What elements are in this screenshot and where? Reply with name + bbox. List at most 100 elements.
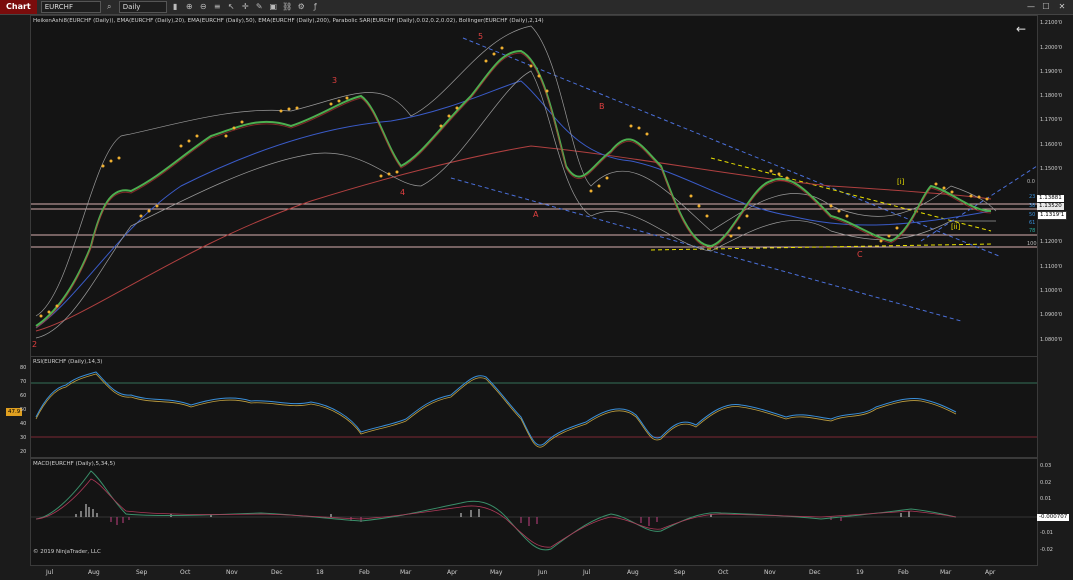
rsi-tick: 70 xyxy=(20,379,27,385)
macd-legend: MACD(EURCHF (Daily),5,34,5) xyxy=(33,461,116,467)
chart-toolbar: Chart EURCHF ⌕ Daily ▮ ⊕ ⊖ ≡ ↖ ✛ ✎ ▣ ⛓ ⚙… xyxy=(0,0,1073,15)
time-axis[interactable]: Jul Aug Sep Oct Nov Dec 18 Feb Mar Apr M… xyxy=(30,566,1036,580)
x-label: Aug xyxy=(627,569,639,576)
link-icon[interactable]: ⛓ xyxy=(282,2,293,12)
x-label: Jul xyxy=(583,569,591,576)
wave-label-C: C xyxy=(857,250,863,259)
wave-label-B: B xyxy=(599,102,605,111)
fib-label: 0.0 xyxy=(1027,179,1035,185)
rsi-tick: 20 xyxy=(20,449,27,455)
close-icon[interactable]: ✕ xyxy=(1056,1,1068,12)
wave-label-ii: [ii] xyxy=(951,223,961,231)
drawing-tools-icon[interactable]: ✎ xyxy=(254,2,265,12)
macd-chart-svg xyxy=(31,470,1037,551)
rsi-tick: 80 xyxy=(20,365,27,371)
price-box-2: 1.13520 xyxy=(1037,203,1064,210)
price-tick: 1.2100'0 xyxy=(1040,20,1063,26)
x-label: Dec xyxy=(271,569,283,576)
search-icon[interactable]: ⌕ xyxy=(104,2,115,12)
macd-tick: 0.02 xyxy=(1040,480,1052,486)
rsi-right-axis[interactable] xyxy=(1037,356,1073,456)
chart-title: Chart xyxy=(0,0,37,14)
x-label: Oct xyxy=(180,569,191,576)
x-label: Sep xyxy=(136,569,148,576)
price-tick: 1.1500'0 xyxy=(1040,166,1063,172)
price-legend: HeikenAshi8(EURCHF (Daily)), EMA(EURCHF … xyxy=(33,18,544,24)
rsi-tick: 50 xyxy=(20,407,27,413)
wave-label-3: 3 xyxy=(332,76,338,85)
rsi-tick: 30 xyxy=(20,435,27,441)
x-label: Mar xyxy=(940,569,952,576)
current-price-box: 1.1319'1 xyxy=(1037,211,1068,220)
copyright: © 2019 NinjaTrader, LLC xyxy=(33,549,101,555)
wave-label-5: 5 xyxy=(478,32,484,41)
price-tick: 1.1900'0 xyxy=(1040,69,1063,75)
x-label: Feb xyxy=(898,569,909,576)
maximize-icon[interactable]: ☐ xyxy=(1040,1,1052,12)
x-label: Sep xyxy=(674,569,686,576)
macd-panel[interactable]: MACD(EURCHF (Daily),5,34,5) xyxy=(30,458,1038,566)
x-label: Oct xyxy=(718,569,729,576)
price-axis[interactable]: 1.2100'0 1.2000'0 1.1900'0 1.1800'0 1.17… xyxy=(1037,15,1073,355)
fib-label: 78 xyxy=(1029,228,1036,234)
x-label: Feb xyxy=(359,569,370,576)
macd-tick: -0.02 xyxy=(1040,547,1053,553)
zoom-in-icon[interactable]: ⊕ xyxy=(184,2,195,12)
zoom-out-icon[interactable]: ⊖ xyxy=(198,2,209,12)
price-tick: 1.1100'0 xyxy=(1040,264,1063,270)
x-label: Aug xyxy=(88,569,100,576)
crosshair-icon[interactable]: ✛ xyxy=(240,2,251,12)
wave-label-A: A xyxy=(533,210,539,219)
wave-label-2: 2 xyxy=(32,340,38,349)
instrument-selector[interactable]: EURCHF xyxy=(40,1,101,13)
price-tick: 1.1200'0 xyxy=(1040,239,1063,245)
x-label: Apr xyxy=(447,569,458,576)
bar-type-icon[interactable]: ▮ xyxy=(170,2,181,12)
price-tick: 1.1800'0 xyxy=(1040,93,1063,99)
x-label: Nov xyxy=(226,569,238,576)
wave-label-i: [i] xyxy=(897,178,905,186)
x-label: Jul xyxy=(46,569,54,576)
price-tick: 1.0900'0 xyxy=(1040,312,1063,318)
fib-label: 50 xyxy=(1029,212,1036,218)
indicator-icon[interactable]: ƒ xyxy=(310,2,321,12)
snapshot-icon[interactable]: ▣ xyxy=(268,2,279,12)
rsi-legend: RSI(EURCHF (Daily),14,3) xyxy=(33,359,103,365)
x-label: Dec xyxy=(809,569,821,576)
x-label: Apr xyxy=(985,569,996,576)
price-tick: 1.1700'0 xyxy=(1040,117,1063,123)
macd-tick: 0.03 xyxy=(1040,463,1052,469)
strategy-icon[interactable]: ⚙ xyxy=(296,2,307,12)
macd-axis[interactable]: 0.03 0.02 0.01 -0.01 -0.02 xyxy=(1037,458,1073,564)
properties-icon[interactable]: ≡ xyxy=(212,2,223,12)
price-tick: 1.0800'0 xyxy=(1040,337,1063,343)
macd-tick: 0.01 xyxy=(1040,496,1052,502)
minimize-icon[interactable]: — xyxy=(1025,1,1037,12)
rsi-chart-svg xyxy=(31,371,1037,448)
rsi-tick: 40 xyxy=(20,421,27,427)
fib-label: 61 xyxy=(1029,220,1036,226)
wave-label-4: 4 xyxy=(400,188,406,197)
x-label: May xyxy=(490,569,503,576)
price-tick: 1.2000'0 xyxy=(1040,45,1063,51)
x-label: 19 xyxy=(856,569,864,576)
fib-label: 38 xyxy=(1029,203,1036,209)
rsi-tick: 60 xyxy=(20,393,27,399)
price-tick: 1.1000'0 xyxy=(1040,288,1063,294)
macd-current-box: -0.000707 xyxy=(1037,514,1070,521)
fib-label: 23 xyxy=(1029,194,1036,200)
timeframe-selector[interactable]: Daily xyxy=(118,1,167,13)
x-label: 18 xyxy=(316,569,324,576)
x-label: Nov xyxy=(764,569,776,576)
price-box-1: 1.13881 xyxy=(1037,195,1064,202)
price-tick: 1.1600'0 xyxy=(1040,142,1063,148)
rsi-axis: 80 70 60 50 40 30 20 xyxy=(20,365,30,455)
x-label: Mar xyxy=(400,569,412,576)
fib-label: 100 xyxy=(1027,241,1037,247)
x-label: Jun xyxy=(538,569,548,576)
rsi-panel[interactable]: RSI(EURCHF (Daily),14,3) xyxy=(30,356,1038,458)
price-panel[interactable]: HeikenAshi8(EURCHF (Daily)), EMA(EURCHF … xyxy=(30,15,1038,357)
macd-tick: -0.01 xyxy=(1040,530,1053,536)
back-arrow-icon[interactable]: ← xyxy=(1016,22,1026,36)
cursor-icon[interactable]: ↖ xyxy=(226,2,237,12)
